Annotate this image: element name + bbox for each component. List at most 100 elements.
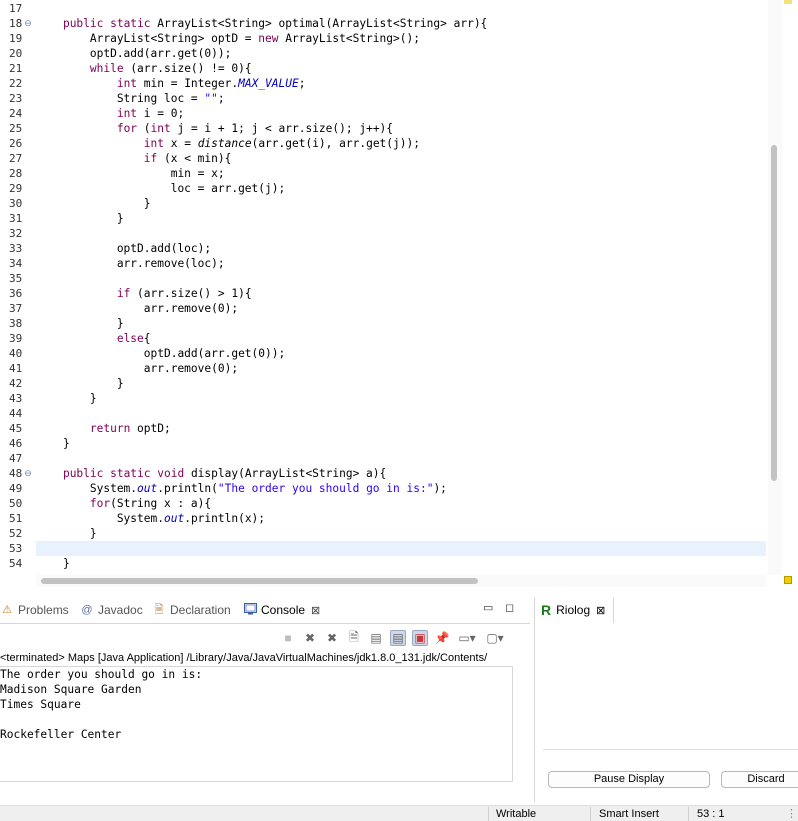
code-line[interactable]: arr.remove(0);	[36, 301, 766, 316]
more-options-icon[interactable]: ⋮	[786, 807, 797, 821]
line-number: 36	[9, 287, 23, 300]
overview-ruler-marker[interactable]	[784, 576, 792, 584]
tab-problems[interactable]: ⚠ Problems	[0, 597, 72, 623]
code-token: for	[89, 497, 111, 510]
code-token: int	[116, 107, 138, 120]
tab-javadoc[interactable]: @ Javadoc	[80, 597, 146, 623]
code-token: }	[36, 527, 97, 540]
code-token: min = x;	[36, 167, 225, 180]
code-line[interactable]: String loc = "";	[36, 91, 766, 106]
code-line[interactable]: }	[36, 376, 766, 391]
line-number-gutter: 17 18 ⊖ 19 20 21 22 23 24 25 26 27 28 29 30 31 32 33 34 35 3…	[0, 0, 36, 575]
console-output[interactable]: The order you should go in is: Madison Sq…	[0, 666, 513, 782]
code-line[interactable]: }	[36, 436, 766, 451]
fold-collapse-icon[interactable]: ⊖	[23, 466, 33, 481]
code-line[interactable]	[36, 451, 766, 466]
code-line[interactable]: optD.add(loc);	[36, 241, 766, 256]
line-number: 50	[9, 497, 23, 510]
display-selected-console-icon[interactable]: ▭▾	[456, 630, 478, 646]
line-number: 42	[9, 377, 23, 390]
line-number: 23	[9, 92, 23, 105]
code-line[interactable]: public static void display(ArrayList<Str…	[36, 466, 766, 481]
code-token: .println(	[157, 482, 218, 495]
discard-button[interactable]: Discard	[721, 771, 798, 788]
code-line[interactable]: }	[36, 391, 766, 406]
code-token: }	[36, 557, 70, 570]
code-token: ""	[204, 92, 218, 105]
code-line[interactable]: }	[36, 211, 766, 226]
line-number: 29	[9, 182, 23, 195]
minimize-icon[interactable]: ▭	[483, 601, 493, 614]
code-token: {	[143, 332, 151, 345]
code-line[interactable]: }	[36, 556, 766, 571]
show-on-error-icon[interactable]: ▣	[412, 630, 428, 646]
terminate-icon[interactable]: ■	[280, 630, 296, 646]
code-area[interactable]: public static ArrayList<String> optimal(…	[36, 0, 766, 575]
code-line[interactable]	[36, 271, 766, 286]
line-number: 27	[9, 152, 23, 165]
line-number: 40	[9, 347, 23, 360]
code-editor[interactable]: 17 18 ⊖ 19 20 21 22 23 24 25 26 27 28 29 30 31 32 33 34 35 3…	[0, 0, 798, 593]
clear-console-icon[interactable]: 🗎	[346, 630, 362, 646]
code-token: (String x : a){	[110, 497, 212, 510]
code-line[interactable]: }	[36, 316, 766, 331]
code-line[interactable]: min = x;	[36, 166, 766, 181]
tab-declaration[interactable]: 🗎 Declaration	[152, 597, 236, 623]
code-line[interactable]: while (arr.size() != 0){	[36, 61, 766, 76]
code-line[interactable]: if (arr.size() > 1){	[36, 286, 766, 301]
tab-riolog[interactable]: R Riolog ⊠	[535, 597, 615, 623]
maximize-icon[interactable]: ◻	[505, 601, 514, 614]
line-number: 19	[9, 32, 23, 45]
line-number: 34	[9, 257, 23, 270]
remove-all-terminated-icon[interactable]: ✖	[324, 630, 340, 646]
code-line[interactable]	[36, 226, 766, 241]
code-line[interactable]: ArrayList<String> optD = new ArrayList<S…	[36, 31, 766, 46]
code-token: min = Integer.	[137, 77, 239, 90]
code-token: "The order you should go in is:"	[217, 482, 434, 495]
code-line[interactable]: arr.remove(loc);	[36, 256, 766, 271]
line-number: 49	[9, 482, 23, 495]
code-line[interactable]: System.out.println("The order you should…	[36, 481, 766, 496]
close-icon[interactable]: ⊠	[311, 604, 320, 617]
pause-display-button[interactable]: Pause Display	[548, 771, 710, 788]
code-line[interactable]: for(String x : a){	[36, 496, 766, 511]
code-line[interactable]: int x = distance(arr.get(i), arr.get(j))…	[36, 136, 766, 151]
code-line[interactable]: return optD;	[36, 421, 766, 436]
code-line[interactable]: for (int j = i + 1; j < arr.size(); j++)…	[36, 121, 766, 136]
tab-console[interactable]: Console ⊠	[238, 597, 328, 623]
code-line[interactable]: public static ArrayList<String> optimal(…	[36, 16, 766, 31]
fold-collapse-icon[interactable]: ⊖	[23, 16, 33, 31]
code-line[interactable]: arr.remove(0);	[36, 361, 766, 376]
code-token: optD.add(loc);	[36, 242, 212, 255]
code-token: else	[116, 332, 144, 345]
code-line[interactable]: System.out.println(x);	[36, 511, 766, 526]
code-token: );	[433, 482, 447, 495]
vertical-scrollbar-thumb[interactable]	[771, 145, 777, 481]
show-on-output-icon[interactable]: ▤	[390, 630, 406, 646]
open-console-icon[interactable]: ▢▾	[484, 630, 506, 646]
console-icon	[243, 603, 257, 617]
horizontal-scrollbar-thumb[interactable]	[41, 578, 478, 584]
code-line[interactable]	[36, 1, 766, 16]
code-line[interactable]: int min = Integer.MAX_VALUE;	[36, 76, 766, 91]
scroll-lock-icon[interactable]: ▤	[368, 630, 384, 646]
pin-console-icon[interactable]: 📌	[434, 630, 450, 646]
remove-launch-icon[interactable]: ✖	[302, 630, 318, 646]
code-line[interactable]: optD.add(arr.get(0));	[36, 46, 766, 61]
code-line[interactable]: else{	[36, 331, 766, 346]
code-line[interactable]: if (x < min){	[36, 151, 766, 166]
code-line[interactable]: optD.add(arr.get(0));	[36, 346, 766, 361]
code-line[interactable]: int i = 0;	[36, 106, 766, 121]
overview-ruler-marker-top[interactable]	[784, 0, 792, 4]
riolog-pane: R Riolog ⊠ Pause Display Discard	[534, 597, 798, 802]
code-line[interactable]: }	[36, 196, 766, 211]
code-line[interactable]: }	[36, 526, 766, 541]
code-line[interactable]	[36, 406, 766, 421]
code-token: }	[36, 377, 124, 390]
code-line[interactable]: loc = arr.get(j);	[36, 181, 766, 196]
code-token: i = 0;	[137, 107, 185, 120]
insert-mode-status[interactable]: Smart Insert	[599, 807, 659, 821]
close-icon[interactable]: ⊠	[596, 604, 605, 617]
current-code-line[interactable]	[36, 541, 766, 556]
code-token: System.	[36, 512, 164, 525]
